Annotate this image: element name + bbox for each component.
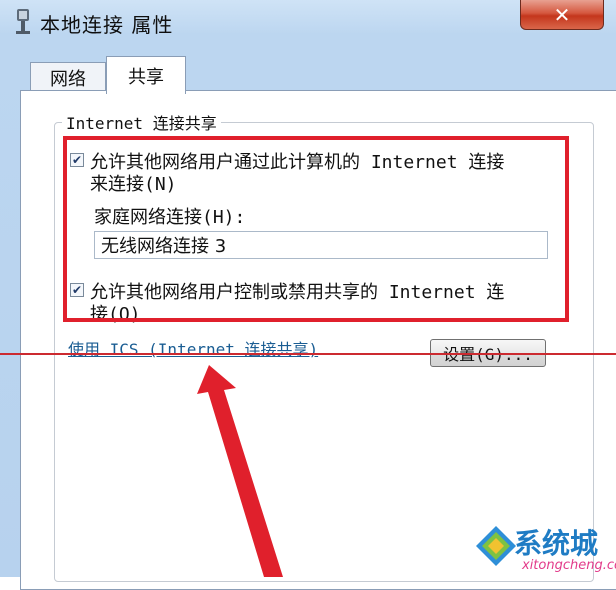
watermark-brand: 系统城 [514, 527, 599, 560]
tab-sharing[interactable]: 共享 [106, 56, 186, 94]
annotation-arrow [197, 365, 283, 577]
watermark-url: xitongcheng.com [522, 558, 616, 573]
windows-logo-icon [476, 526, 516, 566]
properties-window: 本地连接 属性 ✕ 网络 共享 Internet 连接共享 ✔ 允许其他网络用户… [0, 0, 616, 590]
